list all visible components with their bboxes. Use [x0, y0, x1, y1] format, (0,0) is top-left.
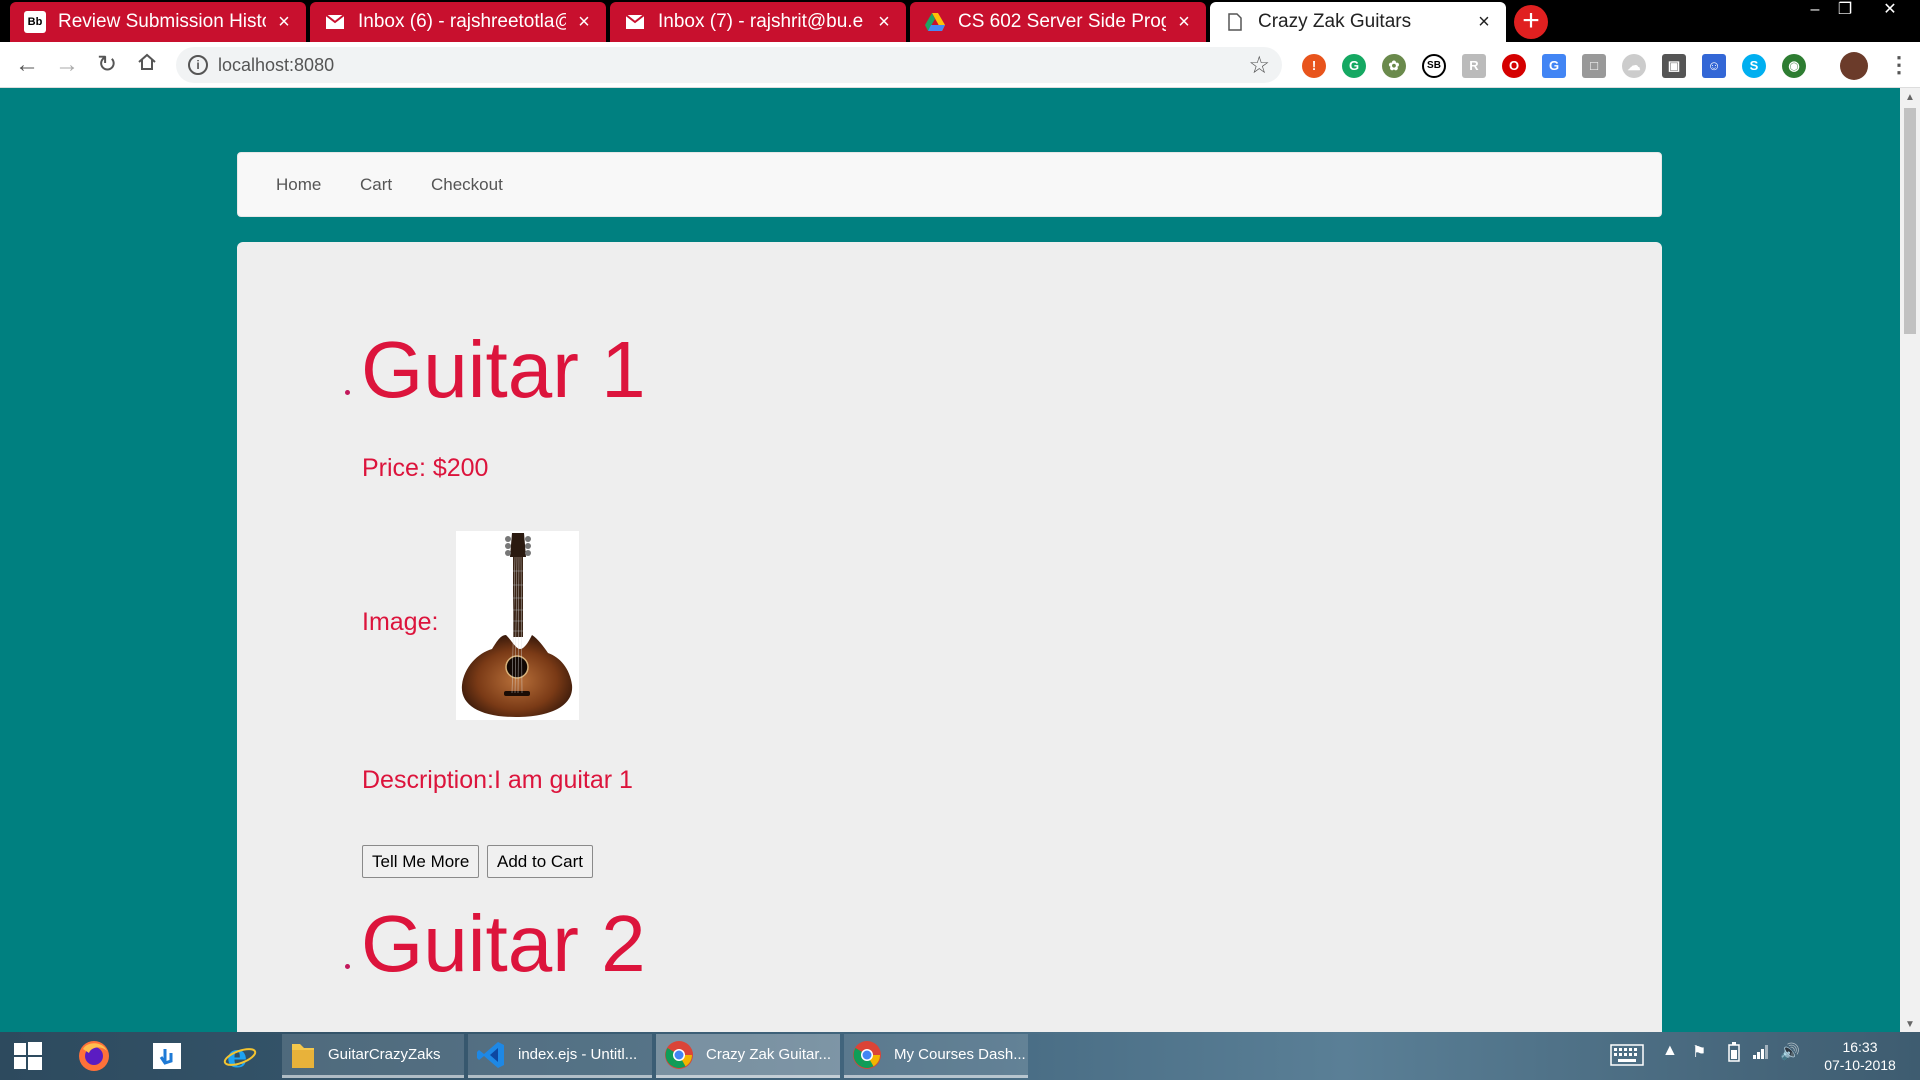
translate-icon[interactable]: G	[1542, 54, 1566, 78]
close-tab-icon[interactable]: ×	[1174, 11, 1194, 34]
skype-icon[interactable]: S	[1742, 54, 1766, 78]
chrome-icon	[853, 1040, 881, 1069]
nav-home-link[interactable]: Home	[276, 175, 321, 195]
site-info-icon[interactable]: i	[188, 55, 208, 75]
extension-cube-icon[interactable]: □	[1582, 54, 1606, 78]
tell-me-more-button[interactable]: Tell Me More	[362, 845, 480, 878]
taskbar-app-guitarcrazyzaks[interactable]: GuitarCrazyZaks	[282, 1034, 464, 1078]
bookmark-star-icon[interactable]: ☆	[1248, 51, 1270, 80]
close-tab-icon[interactable]: ×	[1474, 11, 1494, 34]
extension-globe-icon[interactable]: ◉	[1782, 54, 1806, 78]
guitar-image	[456, 531, 579, 720]
show-hidden-icons-icon[interactable]: ▲	[1662, 1042, 1678, 1060]
blackboard-icon: Bb	[24, 11, 46, 33]
list-bullet	[345, 390, 350, 395]
add-to-cart-button[interactable]: Add to Cart	[487, 845, 593, 878]
extension-alert-icon[interactable]: !	[1302, 54, 1326, 78]
guitar-description: Description:I am guitar 1	[362, 766, 633, 794]
tab-strip: Bb Review Submission Histo × Inbox (6) -…	[0, 0, 1920, 42]
url-text[interactable]: localhost:8080	[218, 55, 334, 76]
scroll-down-icon[interactable]: ▼	[1905, 1019, 1915, 1030]
action-center-flag-icon[interactable]: ⚑	[1692, 1042, 1706, 1062]
profile-avatar[interactable]	[1840, 52, 1868, 80]
menu-kebab-icon[interactable]: ⋮	[1888, 51, 1910, 79]
volume-icon[interactable]: 🔊	[1780, 1042, 1800, 1062]
restore-icon[interactable]: ❐	[1825, 0, 1865, 22]
network-icon[interactable]	[1752, 1042, 1770, 1065]
tab-title: CS 602 Server Side Prog	[958, 11, 1166, 32]
opera-icon[interactable]: O	[1502, 54, 1526, 78]
chrome-icon	[665, 1040, 693, 1069]
address-bar[interactable]: i localhost:8080 ☆	[176, 47, 1282, 83]
tab-title: Review Submission Histo	[58, 11, 266, 32]
new-tab-button[interactable]: +	[1514, 5, 1548, 39]
tab-cs602[interactable]: CS 602 Server Side Prog ×	[910, 2, 1206, 42]
nav-checkout-link[interactable]: Checkout	[431, 175, 503, 195]
guitar-title: Guitar 2	[361, 899, 646, 988]
tab-inbox-7[interactable]: Inbox (7) - rajshrit@bu.e ×	[610, 2, 906, 42]
nav-cart-link[interactable]: Cart	[360, 175, 392, 195]
windows-taskbar: e GuitarCrazyZaks index.ejs - Untitl... …	[0, 1032, 1920, 1080]
reload-icon[interactable]: ↻	[92, 50, 122, 80]
folder-icon	[292, 1043, 314, 1068]
close-tab-icon[interactable]: ×	[874, 11, 894, 34]
system-clock[interactable]: 16:33 07-10-2018	[1815, 1038, 1905, 1074]
page-scrollbar[interactable]: ▲ ▼	[1900, 88, 1920, 1032]
extension-sb-icon[interactable]: SB	[1422, 54, 1446, 78]
close-window-icon[interactable]: ✕	[1870, 0, 1910, 22]
forward-icon[interactable]: →	[52, 50, 82, 80]
page-icon	[1224, 11, 1246, 33]
home-icon[interactable]	[132, 50, 162, 80]
extension-person-icon[interactable]: ☺	[1702, 54, 1726, 78]
taskbar-app-chrome-my-courses[interactable]: My Courses Dash...	[844, 1034, 1028, 1078]
touch-app-icon[interactable]	[146, 1038, 190, 1074]
list-bullet	[345, 964, 350, 969]
scroll-up-icon[interactable]: ▲	[1905, 92, 1915, 103]
extension-cloud-icon[interactable]: ☁	[1622, 54, 1646, 78]
taskbar-app-label: index.ejs - Untitl...	[518, 1046, 638, 1063]
guitar-title: Guitar 1	[361, 325, 646, 414]
firefox-icon[interactable]	[72, 1038, 116, 1074]
tab-inbox-6[interactable]: Inbox (6) - rajshreetotla@ ×	[310, 2, 606, 42]
scroll-thumb[interactable]	[1904, 108, 1916, 334]
windows-start-icon[interactable]	[6, 1038, 50, 1074]
taskbar-app-label: My Courses Dash...	[894, 1046, 1026, 1063]
battery-icon[interactable]	[1728, 1042, 1740, 1067]
close-tab-icon[interactable]: ×	[274, 11, 294, 34]
tab-title: Inbox (7) - rajshrit@bu.e	[658, 11, 864, 32]
clock-date: 07-10-2018	[1824, 1057, 1896, 1073]
vscode-icon	[477, 1041, 504, 1068]
taskbar-app-label: Crazy Zak Guitar...	[706, 1046, 832, 1063]
grammarly-icon[interactable]: G	[1342, 54, 1366, 78]
gmail-icon	[324, 11, 346, 33]
site-navbar: Home Cart Checkout	[237, 152, 1662, 217]
clock-time: 16:33	[1842, 1039, 1878, 1055]
keyboard-icon[interactable]	[1610, 1044, 1644, 1071]
back-icon[interactable]: ←	[12, 50, 42, 80]
tab-title: Crazy Zak Guitars	[1258, 11, 1412, 32]
extension-r-icon[interactable]: R	[1462, 54, 1486, 78]
address-toolbar: ← → ↻ i localhost:8080 ☆ ! G ✿ SB R O G …	[0, 42, 1920, 88]
google-drive-icon	[924, 11, 946, 33]
tab-crazy-zak-guitars[interactable]: Crazy Zak Guitars ×	[1210, 2, 1506, 42]
guitar-image-label: Image:	[362, 608, 439, 636]
taskbar-app-label: GuitarCrazyZaks	[328, 1046, 441, 1063]
gmail-icon	[624, 11, 646, 33]
guitar-price: Price: $200	[362, 454, 489, 482]
internet-explorer-icon[interactable]: e	[218, 1038, 262, 1074]
guitar-list-panel: Guitar 1 Price: $200 Image: Description:…	[237, 242, 1662, 1042]
cast-icon[interactable]: ▣	[1662, 54, 1686, 78]
taskbar-app-vscode[interactable]: index.ejs - Untitl...	[468, 1034, 652, 1078]
taskbar-app-chrome-crazy-zak[interactable]: Crazy Zak Guitar...	[656, 1034, 840, 1078]
close-tab-icon[interactable]: ×	[574, 11, 594, 34]
tab-review-submission[interactable]: Bb Review Submission Histo ×	[10, 2, 306, 42]
tab-title: Inbox (6) - rajshreetotla@	[358, 11, 566, 32]
extension-bug-icon[interactable]: ✿	[1382, 54, 1406, 78]
